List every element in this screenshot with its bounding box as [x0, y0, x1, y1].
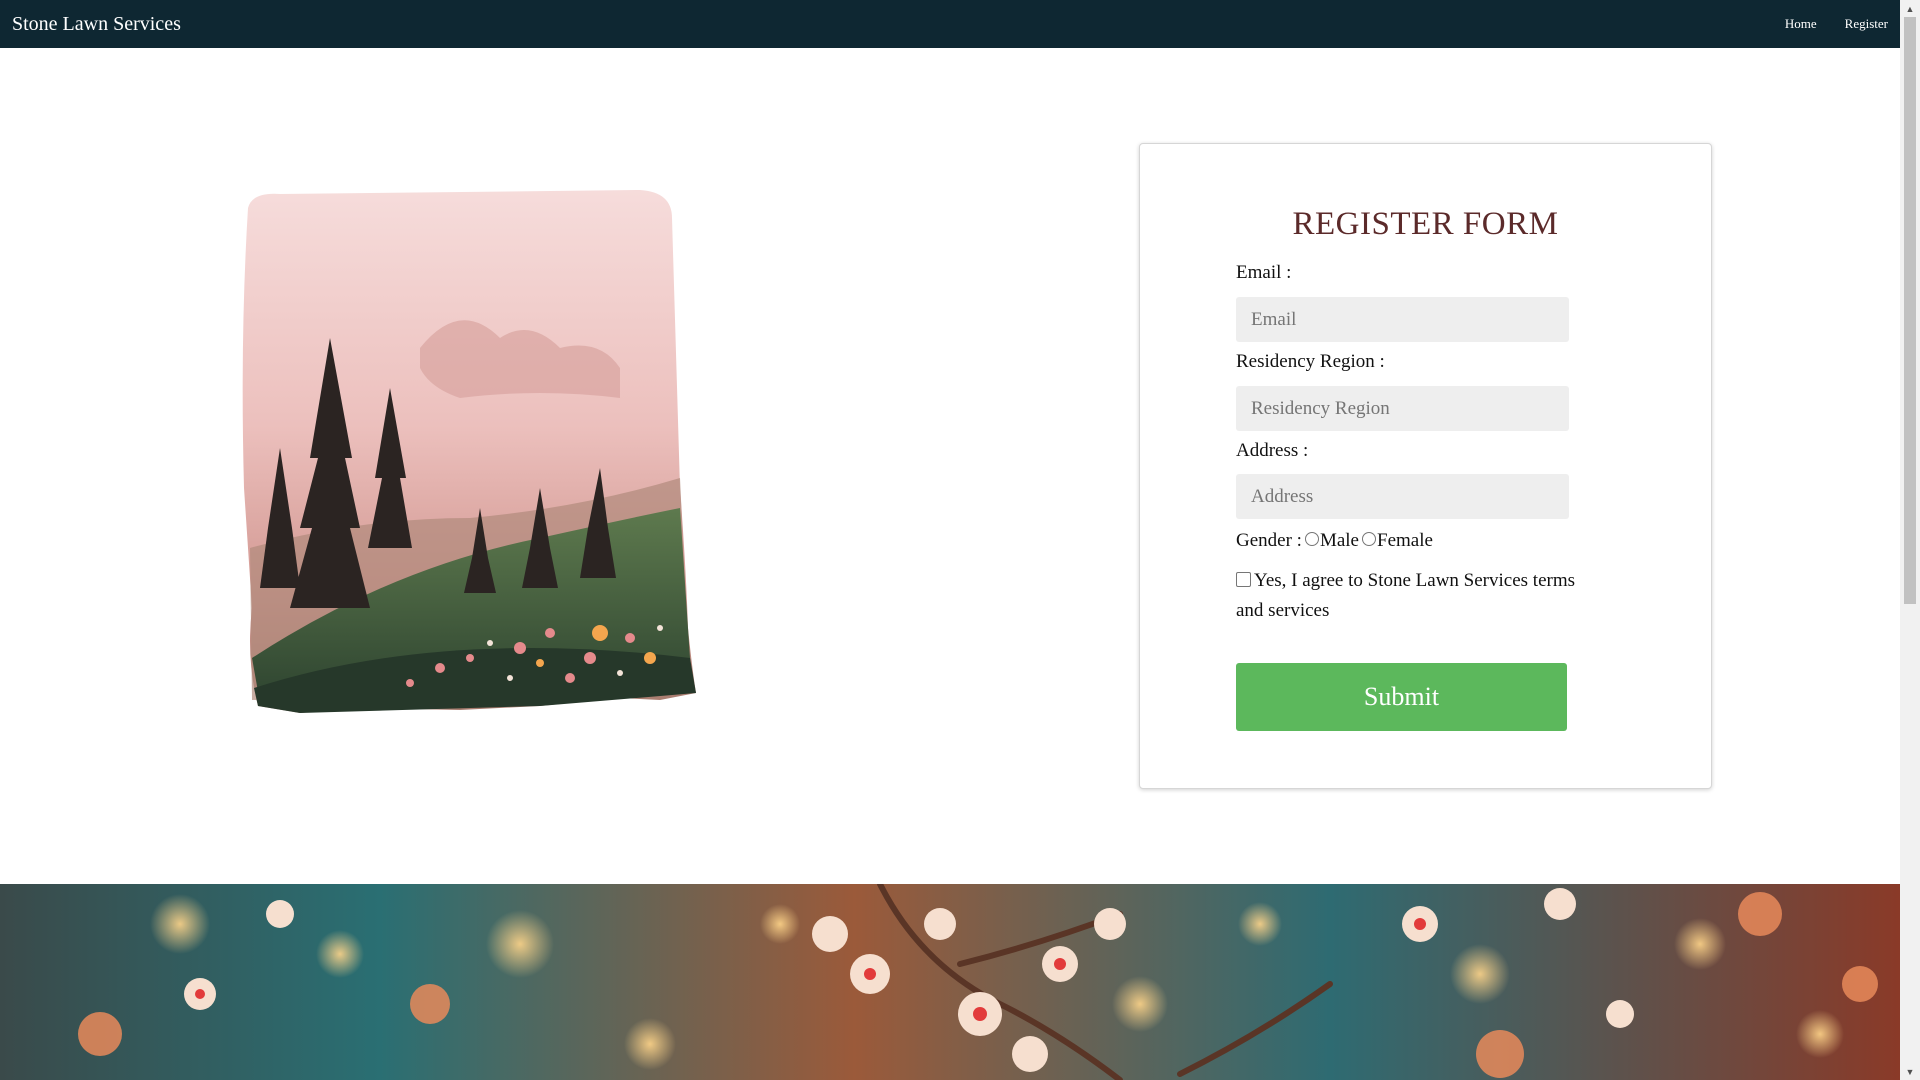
email-input[interactable] [1236, 297, 1569, 342]
agree-terms-text: Yes, I agree to Stone Lawn Services term… [1236, 570, 1575, 621]
agree-terms-row: Yes, I agree to Stone Lawn Services term… [1236, 566, 1576, 626]
gender-male-label[interactable]: Male [1320, 530, 1359, 552]
residency-region-input[interactable] [1236, 386, 1569, 431]
gender-female-radio[interactable] [1362, 532, 1376, 546]
nav-link-register[interactable]: Register [1845, 16, 1888, 32]
nav-links: Home Register [1785, 16, 1888, 32]
submit-button[interactable]: Submit [1236, 663, 1567, 731]
gender-male-radio[interactable] [1304, 532, 1319, 546]
address-input[interactable] [1236, 474, 1569, 519]
scroll-up-icon[interactable]: ▲ [1900, 0, 1920, 17]
gender-label: Gender : [1236, 530, 1302, 551]
forest-landscape-painting [242, 190, 696, 713]
gender-female-label[interactable]: Female [1377, 530, 1433, 552]
register-form-card: REGISTER FORM Email : Residency Region :… [1139, 143, 1712, 789]
residency-region-label: Residency Region : [1236, 351, 1385, 372]
navbar: Stone Lawn Services Home Register [0, 0, 1900, 48]
scroll-down-icon[interactable]: ▼ [1900, 1063, 1920, 1080]
vertical-scrollbar[interactable]: ▲ ▼ [1900, 0, 1920, 1080]
cherry-blossom-banner [0, 884, 1900, 1080]
email-label: Email : [1236, 262, 1292, 283]
brand-logo-text[interactable]: Stone Lawn Services [12, 13, 181, 36]
agree-terms-checkbox[interactable] [1236, 572, 1251, 587]
scrollbar-thumb[interactable] [1904, 17, 1916, 604]
gender-row: Gender : Male Female [1236, 530, 1433, 552]
nav-link-home[interactable]: Home [1785, 16, 1817, 32]
form-title: REGISTER FORM [1292, 206, 1559, 242]
address-label: Address : [1236, 440, 1309, 461]
